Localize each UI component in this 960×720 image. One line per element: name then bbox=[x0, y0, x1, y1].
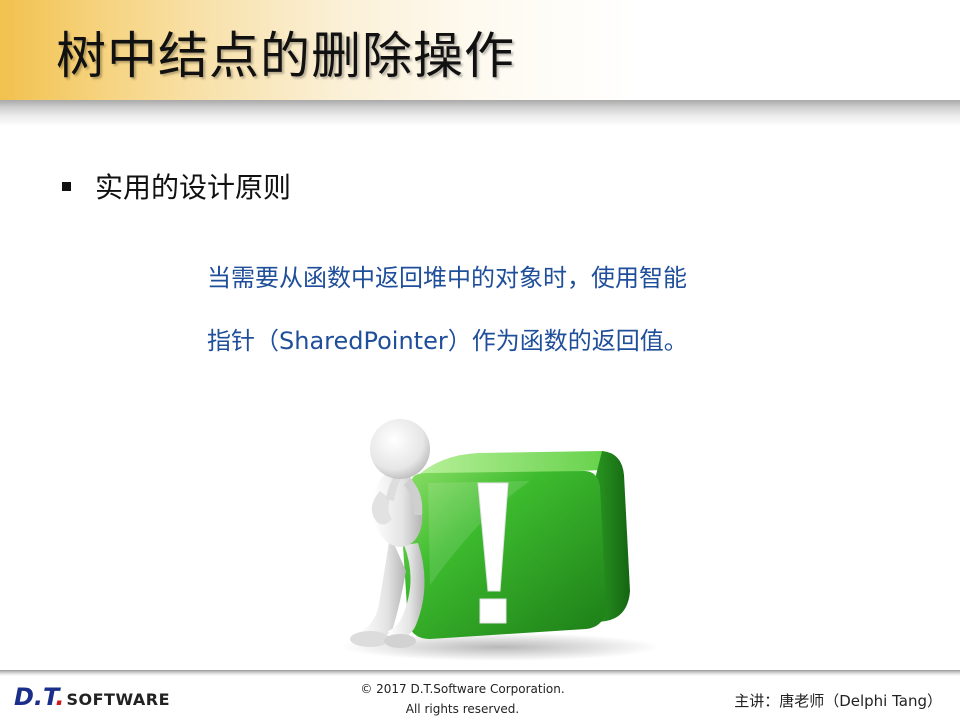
presenter-credit: 主讲：唐老师（Delphi Tang） bbox=[734, 692, 942, 710]
copyright-line-2: All rights reserved. bbox=[405, 702, 520, 716]
bullet-text: 实用的设计原则 bbox=[95, 171, 292, 204]
copyright-notice: © 2017 D.T.Software Corporation. All rig… bbox=[340, 679, 585, 719]
principle-line-2: 指针（SharedPointer）作为函数的返回值。 bbox=[207, 327, 688, 355]
footer-divider bbox=[0, 670, 960, 676]
title-shade bbox=[0, 100, 960, 126]
exclamation-cube-illustration bbox=[340, 419, 660, 661]
bullet-square-icon bbox=[62, 181, 71, 191]
slide-title: 树中结点的删除操作 bbox=[56, 27, 515, 85]
bullet-item: 实用的设计原则 bbox=[62, 166, 291, 206]
copyright-line-1: © 2017 D.T.Software Corporation. bbox=[360, 682, 565, 696]
principle-line-1: 当需要从函数中返回堆中的对象时，使用智能 bbox=[207, 264, 687, 292]
dt-software-logo: D.T. SOFTWARE bbox=[14, 683, 170, 711]
